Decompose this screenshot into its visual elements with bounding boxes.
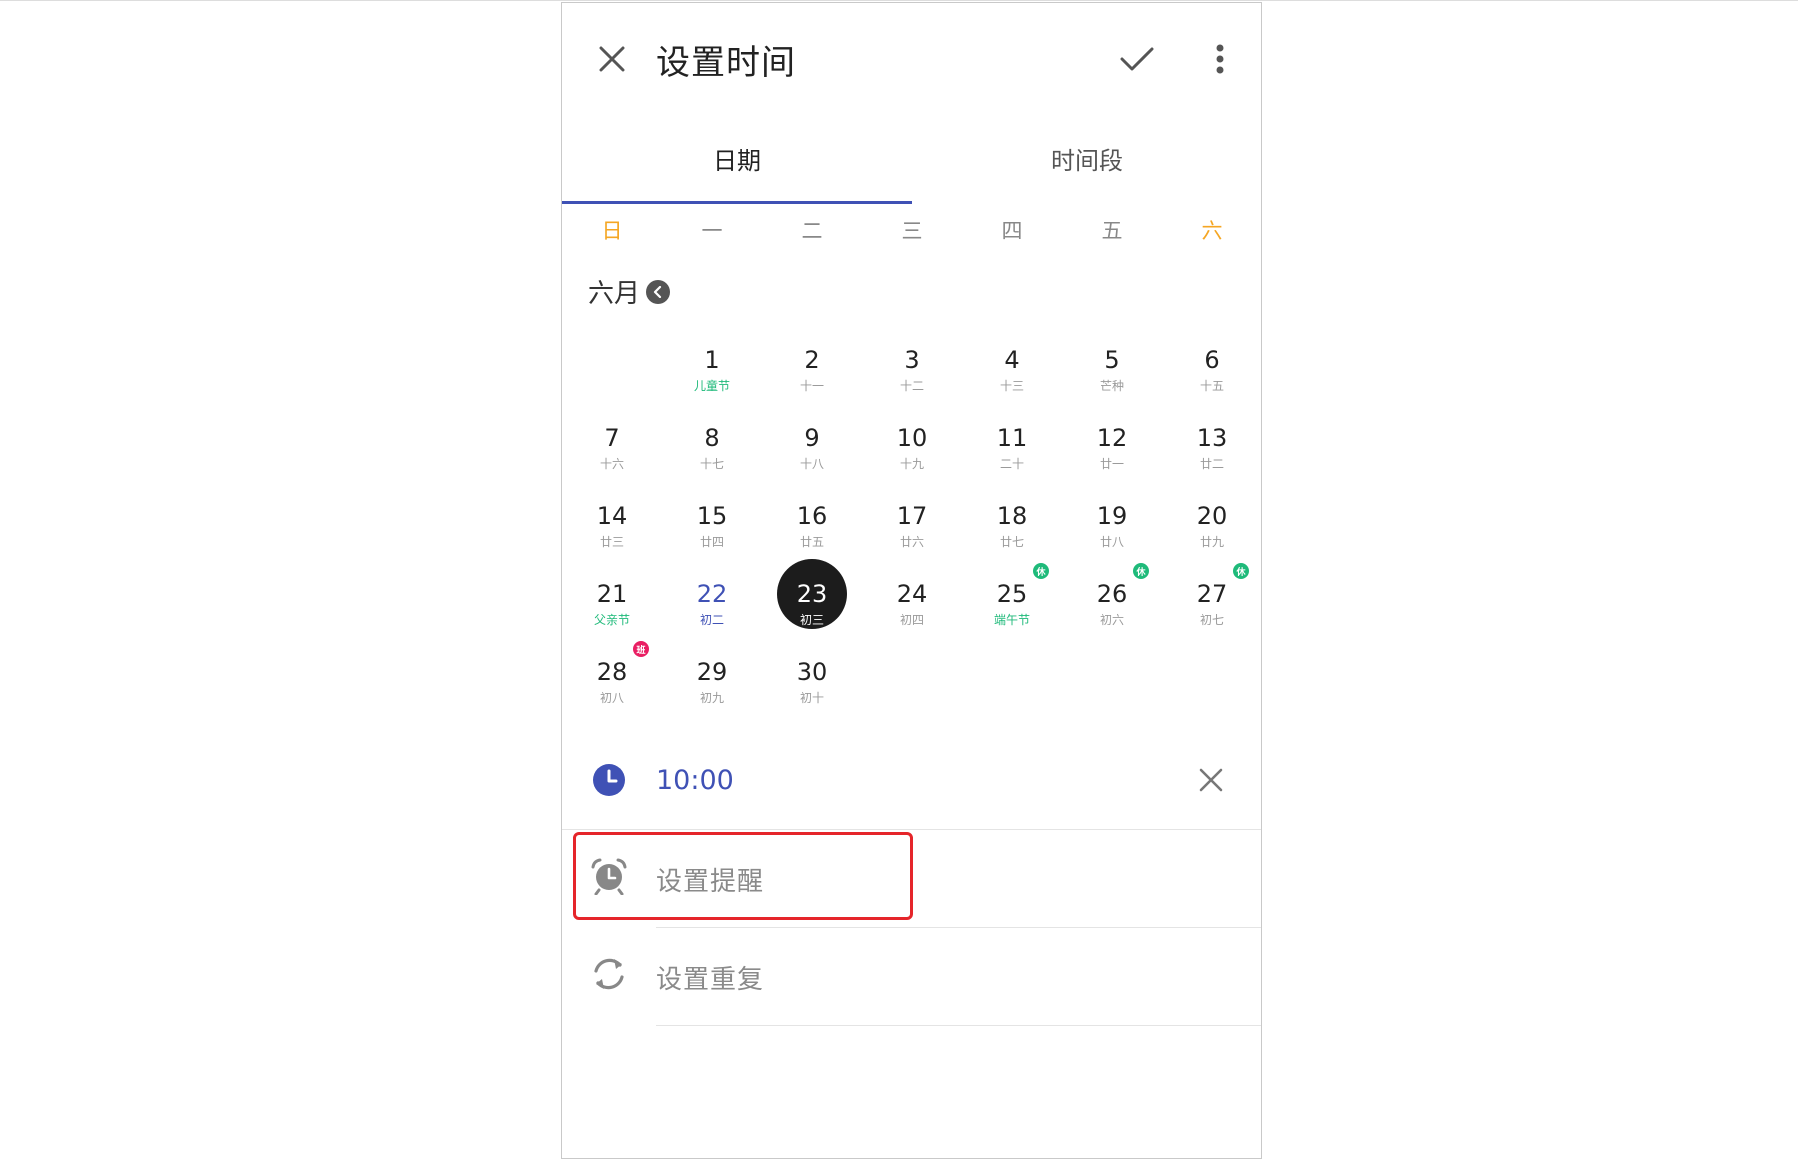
tab-bar: 日期 时间段 — [562, 113, 1261, 207]
confirm-button[interactable] — [1107, 33, 1167, 85]
calendar-day[interactable]: 17 廿六 — [862, 501, 962, 573]
weekday-fri: 五 — [1101, 219, 1123, 243]
time-row: 10:00 — [562, 755, 1261, 827]
active-tab-indicator — [562, 201, 912, 204]
calendar-day[interactable]: 13 廿二 — [1162, 423, 1261, 495]
holiday-rest-badge: 休 — [1233, 563, 1249, 579]
chevron-left-icon — [653, 285, 662, 298]
calendar-day[interactable]: 28 初八班 — [562, 641, 662, 729]
month-label: 六月 — [588, 279, 641, 309]
calendar-day[interactable]: 10 十九 — [862, 423, 962, 495]
weekday-wed: 三 — [901, 219, 923, 243]
more-options-button[interactable] — [1200, 33, 1240, 85]
calendar-day[interactable]: 21 父亲节 — [562, 579, 662, 651]
calendar-day[interactable]: 30 初十 — [762, 657, 862, 729]
weekday-sun: 日 — [601, 219, 623, 243]
more-vertical-icon — [1216, 44, 1224, 74]
calendar-day[interactable]: 19 廿八 — [1062, 501, 1162, 573]
clock-icon — [593, 764, 625, 796]
calendar-day[interactable]: 1 儿童节 — [662, 345, 762, 417]
weekday-tue: 二 — [801, 219, 823, 243]
check-icon — [1120, 47, 1154, 71]
clear-time-icon[interactable] — [1194, 763, 1228, 797]
holiday-rest-badge: 休 — [1133, 563, 1149, 579]
month-header: 六月 — [588, 273, 671, 310]
set-repeat-row[interactable]: 设置重复 — [562, 931, 1261, 1027]
holiday-rest-badge: 休 — [1033, 563, 1049, 579]
divider — [656, 1025, 1261, 1026]
calendar-day[interactable]: 14 廿三 — [562, 501, 662, 573]
calendar-day-today[interactable]: 22 初二 — [662, 579, 762, 651]
repeat-icon — [594, 958, 624, 990]
calendar-day[interactable]: 9 十八 — [762, 423, 862, 495]
divider — [562, 829, 1261, 830]
calendar-day[interactable]: 15 廿四 — [662, 501, 762, 573]
calendar-day[interactable]: 7 十六 — [562, 423, 662, 495]
calendar-day[interactable]: 20 廿九 — [1162, 501, 1261, 573]
calendar-day[interactable]: 11 二十 — [962, 423, 1062, 495]
reminder-highlight-box — [573, 832, 913, 920]
weekday-mon: 一 — [701, 219, 723, 243]
workday-badge: 班 — [633, 641, 649, 657]
dialog-header: 设置时间 — [562, 3, 1261, 113]
calendar-day[interactable]: 25 端午节休 — [962, 563, 1062, 651]
calendar-day[interactable]: 12 廿一 — [1062, 423, 1162, 495]
set-repeat-label: 设置重复 — [656, 965, 765, 995]
divider — [656, 927, 1261, 928]
calendar-day[interactable]: 26 初六休 — [1062, 563, 1162, 651]
calendar-day[interactable]: 29 初九 — [662, 657, 762, 729]
set-time-dialog: 设置时间 日期 时间段 日 一 二 三 四 五 六 六月 1 儿童节 2 十一 … — [561, 2, 1262, 1159]
calendar-day[interactable]: 24 初四 — [862, 579, 962, 651]
calendar-day[interactable]: 3 十二 — [862, 345, 962, 417]
weekday-thu: 四 — [1001, 219, 1023, 243]
top-border-line — [0, 0, 1798, 1]
page-title: 设置时间 — [656, 43, 796, 83]
close-icon — [599, 46, 625, 72]
calendar-day[interactable]: 6 十五 — [1162, 345, 1261, 417]
calendar-day[interactable]: 18 廿七 — [962, 501, 1062, 573]
tab-date[interactable]: 日期 — [562, 113, 912, 203]
calendar-day[interactable]: 5 芒种 — [1062, 345, 1162, 417]
tab-time-period[interactable]: 时间段 — [912, 113, 1261, 203]
calendar-day[interactable]: 2 十一 — [762, 345, 862, 417]
weekday-sat: 六 — [1201, 219, 1223, 243]
time-value[interactable]: 10:00 — [656, 765, 734, 796]
close-button[interactable] — [587, 33, 637, 85]
calendar-day-selected[interactable]: 23 初三 — [762, 559, 862, 651]
previous-month-button[interactable] — [646, 279, 671, 304]
calendar-day[interactable]: 8 十七 — [662, 423, 762, 495]
calendar-day[interactable]: 4 十三 — [962, 345, 1062, 417]
calendar-day[interactable]: 27 初七休 — [1162, 563, 1261, 651]
